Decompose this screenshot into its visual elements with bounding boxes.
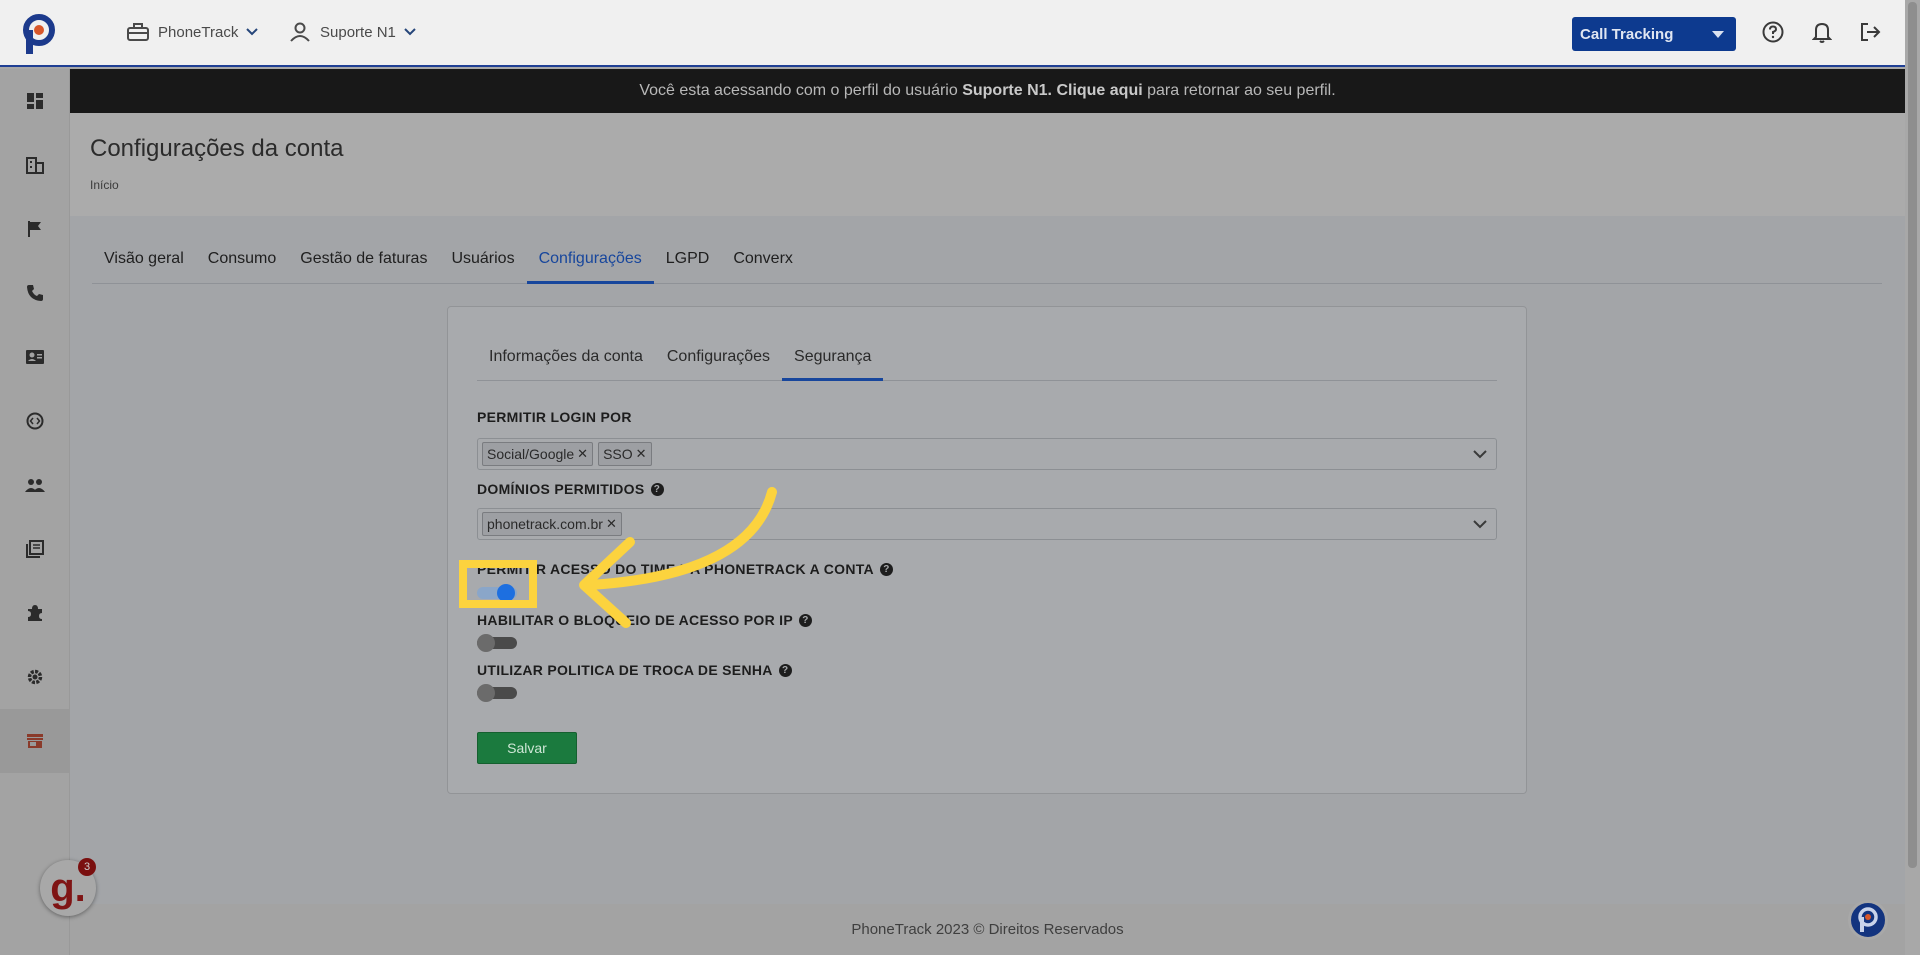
chevron-down-icon[interactable] — [1472, 516, 1488, 532]
people-icon — [25, 479, 45, 492]
login-option-chip: Social/Google ✕ — [482, 442, 594, 466]
page-header: Configurações da conta Início — [70, 113, 1905, 216]
password-policy-label-text: UTILIZAR POLITICA DE TROCA DE SENHA — [477, 662, 773, 678]
library-icon — [26, 540, 44, 558]
sidebar-item-dashboard[interactable] — [0, 69, 70, 133]
product-selector[interactable]: Call Tracking — [1572, 17, 1736, 51]
impersonation-banner: Você esta acessando com o perfil do usuá… — [70, 69, 1905, 113]
user-icon — [288, 22, 312, 42]
tab-lgpd[interactable]: LGPD — [654, 238, 722, 284]
return-profile-link[interactable]: Suporte N1. Clique aqui — [962, 82, 1142, 100]
sidebar-item-reports[interactable] — [0, 517, 70, 581]
gear-icon — [27, 669, 43, 685]
tab-consumption[interactable]: Consumo — [196, 238, 288, 284]
chip-label: SSO — [603, 446, 633, 462]
footer-text: PhoneTrack 2023 © Direitos Reservados — [851, 921, 1124, 938]
help-icon[interactable]: ? — [778, 663, 792, 677]
building-icon — [26, 157, 44, 174]
code-circle-icon — [26, 412, 44, 430]
sidebar-item-contacts[interactable] — [0, 325, 70, 389]
briefcase-icon — [126, 22, 150, 42]
caret-down-icon — [1712, 31, 1724, 38]
settings-subtabs: Informações da conta Configurações Segur… — [477, 336, 1497, 381]
page-title: Configurações da conta — [90, 135, 344, 162]
remove-chip-icon[interactable]: ✕ — [636, 446, 647, 462]
highlight-box — [459, 560, 537, 608]
main-content: Visão geral Consumo Gestão de faturas Us… — [70, 216, 1905, 904]
sidebar-item-calls[interactable] — [0, 261, 70, 325]
logout-icon[interactable] — [1858, 20, 1882, 44]
user-menu-label: Suporte N1 — [320, 23, 396, 41]
user-menu[interactable]: Suporte N1 — [288, 22, 416, 42]
phonetrack-mini-logo-icon — [1858, 907, 1878, 932]
bell-icon[interactable] — [1810, 20, 1834, 44]
password-policy-label: UTILIZAR POLITICA DE TROCA DE SENHA ? — [477, 662, 792, 678]
subtab-security[interactable]: Segurança — [782, 336, 884, 381]
breadcrumb[interactable]: Início — [90, 178, 119, 192]
help-icon[interactable] — [1761, 20, 1785, 44]
login-methods-label-text: PERMITIR LOGIN POR — [477, 409, 632, 425]
flag-icon — [28, 221, 41, 237]
remove-chip-icon[interactable]: ✕ — [577, 446, 588, 462]
ip-block-toggle[interactable] — [477, 634, 517, 652]
tab-converx[interactable]: Converx — [721, 238, 805, 284]
tab-settings[interactable]: Configurações — [526, 238, 654, 284]
account-menu[interactable]: PhoneTrack — [126, 22, 259, 42]
help-icon[interactable]: ? — [799, 613, 813, 627]
sidebar-item-campaigns[interactable] — [0, 197, 70, 261]
chip-label: Social/Google — [487, 446, 575, 462]
phone-icon — [27, 285, 43, 301]
toggle-knob — [477, 684, 495, 702]
banner-text-before: Você esta acessando com o perfil do usuá… — [639, 82, 958, 99]
contact-card-icon — [26, 350, 44, 364]
phonetrack-logo[interactable] — [22, 12, 58, 56]
dashboard-icon — [27, 93, 43, 109]
chevron-down-icon[interactable] — [1472, 446, 1488, 462]
tab-overview[interactable]: Visão geral — [92, 238, 196, 284]
scrollbar-thumb[interactable] — [1908, 2, 1917, 868]
tab-invoices[interactable]: Gestão de faturas — [288, 238, 439, 284]
login-option-chip: SSO ✕ — [598, 442, 652, 466]
help-icon[interactable]: ? — [879, 562, 893, 576]
puzzle-icon — [28, 605, 42, 621]
password-policy-toggle[interactable] — [477, 684, 517, 702]
login-methods-select[interactable]: Social/Google ✕ SSO ✕ — [477, 438, 1497, 470]
account-tabs: Visão geral Consumo Gestão de faturas Us… — [92, 238, 1882, 284]
product-selector-label: Call Tracking — [1580, 25, 1674, 43]
pointer-arrow — [579, 487, 777, 628]
sidebar — [0, 69, 70, 955]
notification-badge: 3 — [78, 858, 96, 876]
store-icon — [27, 734, 43, 748]
chevron-down-icon — [246, 25, 259, 39]
vertical-scrollbar[interactable] — [1905, 0, 1920, 955]
sidebar-item-extensions[interactable] — [0, 581, 70, 645]
sidebar-item-integrations-hub[interactable] — [0, 389, 70, 453]
toggle-knob — [477, 634, 495, 652]
footer: PhoneTrack 2023 © Direitos Reservados — [70, 904, 1905, 955]
top-bar: PhoneTrack Suporte N1 Call Tracking — [0, 0, 1905, 67]
sidebar-item-company[interactable] — [0, 133, 70, 197]
account-menu-label: PhoneTrack — [158, 23, 239, 41]
chevron-down-icon — [404, 25, 416, 39]
sidebar-item-store[interactable] — [0, 709, 70, 773]
subtab-configurations[interactable]: Configurações — [655, 336, 782, 381]
sidebar-item-settings[interactable] — [0, 645, 70, 709]
support-widget-button[interactable] — [1848, 900, 1888, 940]
save-button[interactable]: Salvar — [477, 732, 577, 764]
banner-text-after: para retornar ao seu perfil. — [1147, 82, 1336, 99]
login-methods-label: PERMITIR LOGIN POR — [477, 409, 632, 425]
tab-users[interactable]: Usuários — [439, 238, 526, 284]
subtab-account-info[interactable]: Informações da conta — [477, 336, 655, 381]
sidebar-item-users[interactable] — [0, 453, 70, 517]
